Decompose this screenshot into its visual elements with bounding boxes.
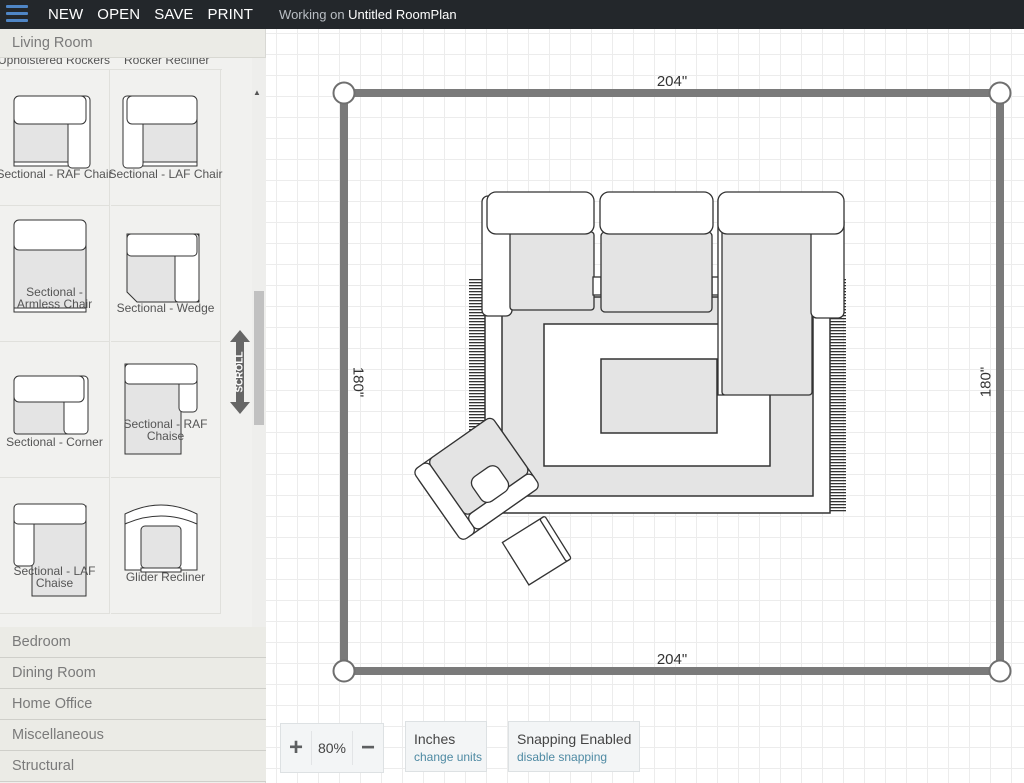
item-label: Rocker Recliner — [124, 58, 210, 67]
category-dining-room[interactable]: Dining Room — [0, 658, 266, 689]
save-button[interactable]: SAVE — [154, 6, 193, 23]
catalog-item-label: Sectional - RAF Chaise — [123, 417, 208, 443]
catalog-item[interactable]: Sectional - RAF Chair — [0, 70, 113, 206]
sectional-raf-chaise-icon — [124, 363, 198, 455]
category-list: Bedroom Dining Room Home Office Miscella… — [0, 627, 266, 782]
catalog-item-label: Glider Recliner — [125, 570, 206, 584]
corner-handle-bottom-right[interactable] — [988, 659, 1012, 683]
catalog-item[interactable]: Glider Recliner — [111, 478, 221, 614]
category-living-room[interactable]: Living Room — [0, 29, 265, 58]
scroll-hint-icon: SCROLL — [230, 330, 250, 414]
corner-handle-top-left[interactable] — [332, 81, 356, 105]
zoom-level: 80% — [311, 731, 353, 765]
floor-plan: 204" 204" 180" 180" — [332, 73, 1012, 683]
floor-plan-canvas[interactable]: 204" 204" 180" 180" — [266, 29, 1024, 783]
snapping-panel: Snapping Enabled disable snapping — [508, 721, 640, 772]
sectional-laf-chair[interactable] — [481, 191, 595, 317]
catalog-item-label: Sectional - Corner — [6, 435, 103, 449]
zoom-control: + 80% − — [280, 723, 384, 773]
catalog-item[interactable]: Sectional - Armless Chair — [0, 206, 110, 342]
corner-handle-top-right[interactable] — [988, 81, 1012, 105]
partial-row: Upholstered Rockers Rocker Recliner — [0, 58, 222, 70]
item-label: Upholstered Rockers — [0, 58, 111, 67]
category-bedroom[interactable]: Bedroom — [0, 627, 266, 658]
disable-snapping-link[interactable]: disable snapping — [517, 750, 639, 764]
zoom-out-button[interactable]: − — [353, 734, 383, 762]
sidebar: Living Room Upholstered Rockers Rocker R… — [0, 29, 266, 783]
scrollbar-thumb[interactable] — [254, 291, 264, 425]
dimension-left: 180" — [350, 367, 367, 397]
sectional-armless-chair[interactable] — [592, 191, 721, 313]
coffee-table[interactable] — [600, 358, 718, 434]
new-button[interactable]: NEW — [48, 6, 83, 23]
catalog-item[interactable]: Sectional - Wedge — [111, 206, 221, 342]
catalog-item-label: Sectional - LAF Chair — [108, 167, 223, 181]
corner-handle-bottom-left[interactable] — [332, 659, 356, 683]
catalog-item-label: Sectional - Armless Chair — [16, 285, 93, 311]
catalog-item-label: Sectional - Wedge — [116, 301, 215, 315]
scroll-hint-label: SCROLL — [235, 351, 246, 392]
category-miscellaneous[interactable]: Miscellaneous — [0, 720, 266, 751]
change-units-link[interactable]: change units — [414, 750, 486, 764]
print-button[interactable]: PRINT — [208, 6, 254, 23]
catalog-item[interactable]: Sectional - LAF Chair — [108, 70, 223, 206]
hamburger-menu-icon[interactable] — [4, 0, 36, 29]
dimension-bottom: 204" — [657, 651, 687, 668]
working-on-status: Working on Untitled RoomPlan — [279, 7, 457, 22]
units-label: Inches — [414, 731, 456, 747]
top-bar: NEW OPEN SAVE PRINT Working on Untitled … — [0, 0, 1024, 29]
category-structural[interactable]: Structural — [0, 751, 266, 782]
dimension-top: 204" — [657, 73, 687, 90]
scroll-up-arrow-icon[interactable]: ▲ — [253, 88, 261, 97]
catalog-item[interactable]: Sectional - LAF Chaise — [0, 478, 110, 614]
plan-name: Untitled RoomPlan — [348, 7, 457, 22]
snapping-status: Snapping Enabled — [517, 731, 632, 747]
units-panel: Inches change units — [405, 721, 487, 772]
furniture-catalog: Upholstered Rockers Rocker Recliner Sect… — [0, 58, 266, 656]
dimension-right: 180" — [978, 367, 995, 397]
catalog-item-label: Sectional - RAF Chair — [0, 167, 113, 181]
ottoman[interactable] — [501, 516, 572, 586]
category-home-office[interactable]: Home Office — [0, 689, 266, 720]
catalog-item-label: Sectional - LAF Chaise — [13, 564, 96, 590]
catalog-item[interactable]: Sectional - RAF Chaise — [111, 342, 221, 478]
zoom-in-button[interactable]: + — [281, 734, 311, 762]
working-prefix: Working on — [279, 7, 345, 22]
catalog-item[interactable]: Sectional - Corner — [0, 342, 110, 478]
open-button[interactable]: OPEN — [97, 6, 140, 23]
